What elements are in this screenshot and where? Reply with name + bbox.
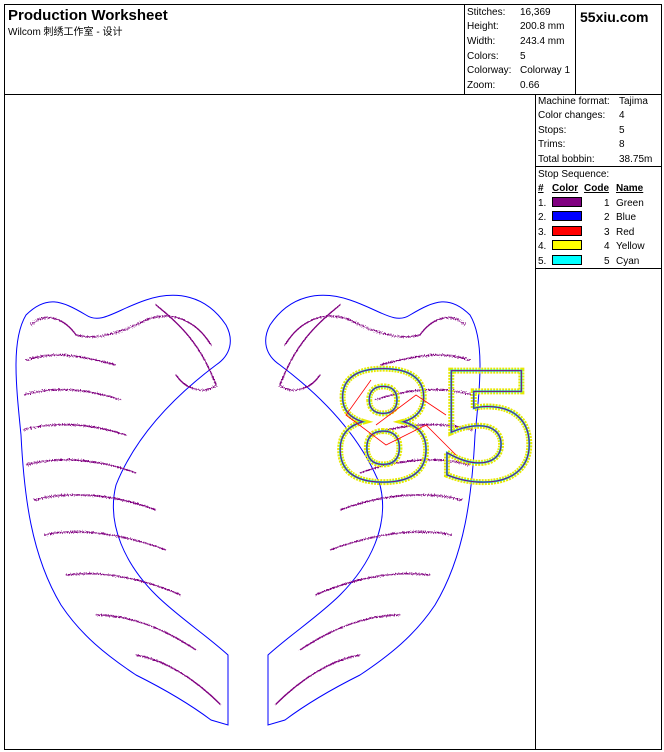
left-wing-feather-3 — [23, 388, 122, 401]
stop-row-4-name: Yellow — [616, 241, 645, 252]
stop-row-1-swatch — [552, 197, 582, 207]
stop-row-3-name: Red — [616, 227, 635, 238]
stat-colorway-label: Colorway: — [467, 65, 512, 76]
col-header-color: Color — [552, 183, 579, 194]
left-wing-feather-7 — [43, 531, 167, 551]
stop-row-1-code: 1 — [604, 198, 610, 209]
stop-row-5-swatch — [552, 255, 582, 265]
left-wing-embroidery — [15, 294, 231, 726]
left-wing-feather-8 — [65, 573, 182, 596]
left-wing-swirl — [155, 304, 217, 391]
left-wing-feather-5 — [25, 459, 137, 474]
stop-row-4-code: 4 — [604, 241, 610, 252]
stat-width-value: 243.4 mm — [520, 36, 565, 47]
stop-row-2-name: Blue — [616, 212, 637, 223]
machine-format-label: Machine format: — [538, 96, 610, 107]
stat-height-label: Height: — [467, 21, 499, 32]
stop-row-5-name: Cyan — [616, 256, 640, 267]
stat-stitches-value: 16,369 — [520, 7, 551, 18]
machine-format-value: Tajima — [619, 96, 648, 107]
trims-label: Trims: — [538, 139, 566, 150]
stat-zoom-label: Zoom: — [467, 80, 496, 91]
brand-logo-text: 55xiu.com — [580, 9, 649, 25]
jersey-number-85: 85 85 85 — [328, 339, 534, 519]
stop-row-4-num: 4. — [538, 241, 547, 252]
stop-row-5-code: 5 — [604, 256, 610, 267]
stops-value: 5 — [619, 125, 625, 136]
left-wing-feather-2 — [25, 354, 117, 366]
embroidery-design-preview: 85 85 85 — [15, 95, 534, 749]
stop-row-3-code: 3 — [604, 227, 610, 238]
stat-height-value: 200.8 mm — [520, 21, 565, 32]
stat-stitches-label: Stitches: — [467, 7, 506, 18]
side-divider-1 — [535, 166, 662, 167]
stat-zoom-value: 0.66 — [520, 80, 540, 91]
stop-row-2-num: 2. — [538, 212, 547, 223]
left-wing-feather-10 — [135, 654, 222, 706]
left-wing-feather-6 — [33, 494, 157, 511]
stop-row-2-swatch — [552, 211, 582, 221]
total-bobbin-value: 38.75m — [619, 154, 653, 165]
stat-colorway-value: Colorway 1 — [520, 65, 571, 76]
stat-width-label: Width: — [467, 36, 496, 47]
left-wing-outline — [15, 294, 231, 726]
stop-row-4-swatch — [552, 240, 582, 250]
stat-colors-value: 5 — [520, 51, 526, 62]
side-divider-2 — [535, 268, 662, 269]
stop-row-5-num: 5. — [538, 256, 547, 267]
col-header-num: # — [538, 183, 544, 194]
stop-row-3-num: 3. — [538, 227, 547, 238]
color-changes-label: Color changes: — [538, 110, 606, 121]
left-wing-feather-4 — [22, 423, 127, 436]
stop-row-3-swatch — [552, 226, 582, 236]
stop-row-1-name: Green — [616, 198, 644, 209]
left-wing-feather-9 — [95, 614, 197, 651]
color-changes-value: 4 — [619, 110, 625, 121]
stop-sequence-title: Stop Sequence: — [538, 169, 610, 180]
trims-value: 8 — [619, 139, 625, 150]
page-title: Production Worksheet — [8, 7, 168, 24]
col-header-name: Name — [616, 183, 644, 194]
total-bobbin-label: Total bobbin: — [538, 154, 595, 165]
col-header-code: Code — [584, 183, 609, 194]
stops-label: Stops: — [538, 125, 567, 136]
stat-colors-label: Colors: — [467, 51, 499, 62]
stop-row-1-num: 1. — [538, 198, 547, 209]
number-purple-fill: 85 — [331, 342, 534, 516]
stop-row-2-code: 2 — [604, 212, 610, 223]
page-subtitle: Wilcom 刺绣工作室 - 设计 — [8, 27, 123, 38]
